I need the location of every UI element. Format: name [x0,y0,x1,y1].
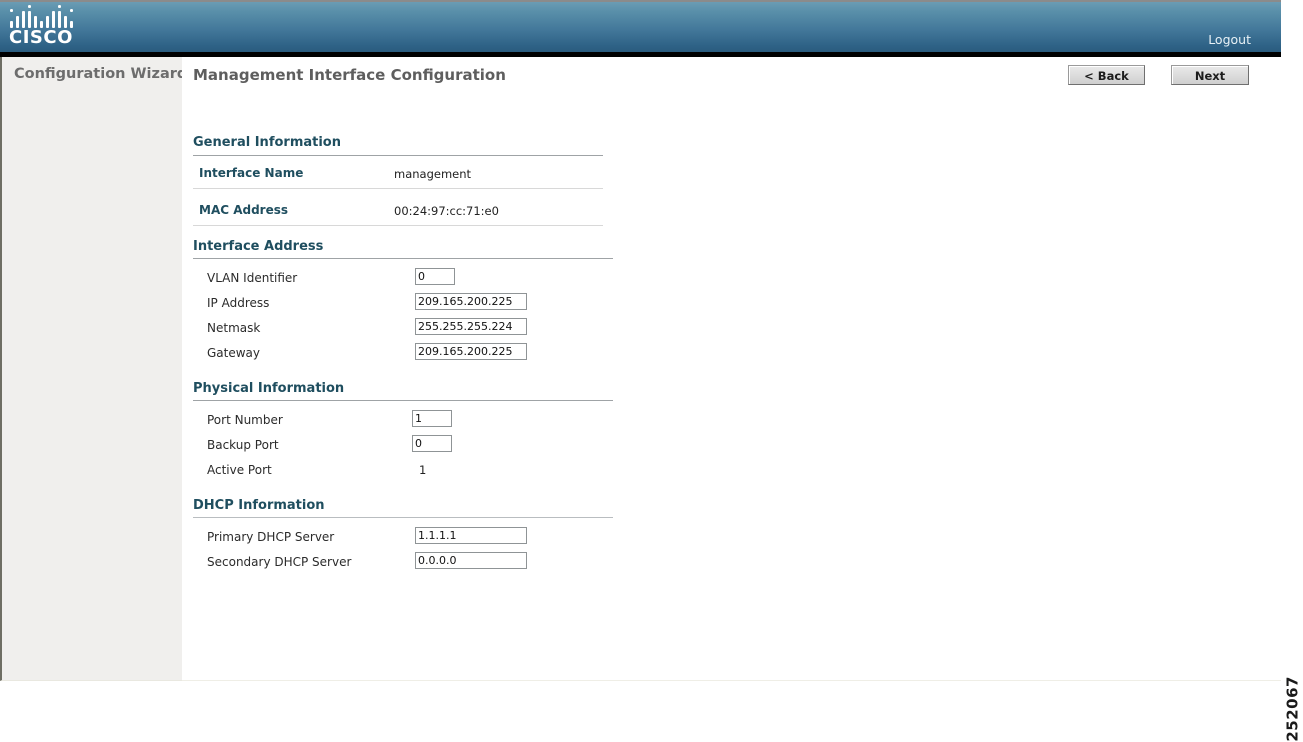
vlan-identifier-input[interactable] [415,268,455,285]
value-active-port: 1 [419,463,427,477]
port-number-input[interactable] [412,410,452,427]
ip-address-input[interactable] [415,293,527,310]
netmask-input[interactable] [415,318,527,335]
label-active-port: Active Port [207,463,272,477]
sidebar: Configuration Wizard [0,57,187,681]
value-mac-address: 00:24:97:cc:71:e0 [394,204,499,218]
figure-number: 252067 [1284,676,1302,742]
row-divider [193,188,603,189]
section-heading-interface-address: Interface Address [193,239,324,254]
document-page: CISCO Logout Configuration Wizard Manage… [0,0,1281,682]
cisco-bars-icon [10,5,86,28]
configuration-form: General Information Interface Name manag… [182,57,1281,681]
primary-dhcp-server-input[interactable] [415,527,527,544]
label-interface-name: Interface Name [199,166,304,180]
section-heading-general-information: General Information [193,135,341,150]
app-header: CISCO Logout [0,0,1281,52]
secondary-dhcp-server-input[interactable] [415,552,527,569]
label-port-number: Port Number [207,413,283,427]
main-content: Management Interface Configuration < Bac… [182,57,1281,681]
row-divider [193,225,603,226]
sidebar-title: Configuration Wizard [14,66,188,82]
cisco-logo-icon: CISCO [8,5,88,50]
section-rule-physical [193,400,613,401]
gateway-input[interactable] [415,343,527,360]
backup-port-input[interactable] [412,435,452,452]
label-netmask: Netmask [207,321,261,335]
section-rule-general [193,155,603,156]
label-ip-address: IP Address [207,296,270,310]
section-rule-interface-address [193,258,613,259]
label-backup-port: Backup Port [207,438,279,452]
label-mac-address: MAC Address [199,203,289,217]
value-interface-name: management [394,167,472,181]
section-heading-physical-information: Physical Information [193,381,345,396]
label-vlan-identifier: VLAN Identifier [207,271,298,285]
cisco-wordmark: CISCO [9,27,73,48]
section-heading-dhcp-information: DHCP Information [193,498,325,513]
label-gateway: Gateway [207,346,261,360]
section-rule-dhcp [193,517,613,518]
label-primary-dhcp-server: Primary DHCP Server [207,530,335,544]
logout-link[interactable]: Logout [1208,32,1251,47]
label-secondary-dhcp-server: Secondary DHCP Server [207,555,352,569]
